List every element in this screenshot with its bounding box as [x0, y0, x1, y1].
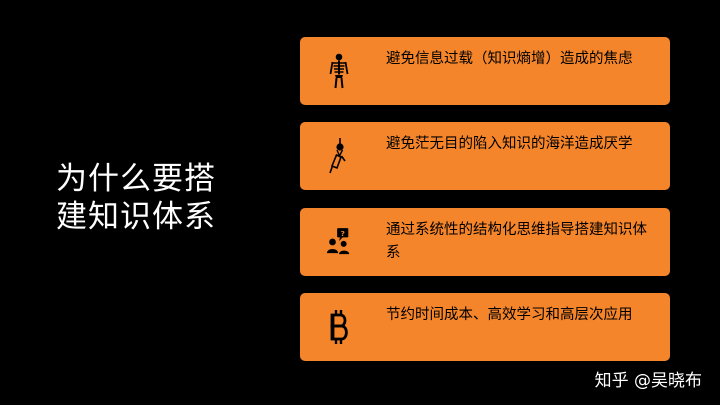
slide-title-line-2: 建知识体系 [56, 199, 216, 235]
slide: 为什么要搭 建知识体系 避免信息过载（知识熵增）造成的焦虑 避免茫无目的陷入知识… [0, 0, 720, 405]
tied-knot-icon [326, 136, 352, 176]
point-card-1: 避免信息过载（知识熵增）造成的焦虑 [300, 37, 670, 105]
point-text-1: 避免信息过载（知识熵增）造成的焦虑 [386, 51, 633, 67]
point-card-4: 节约时间成本、高效学习和高层次应用 [300, 293, 670, 361]
point-card-3: ? 通过系统性的结构化思维指导搭建知识体系 [300, 208, 670, 276]
slide-title: 为什么要搭 建知识体系 [56, 160, 256, 236]
bitcoin-icon [326, 307, 352, 347]
watermark: 知乎 @吴晓布 [594, 371, 702, 391]
svg-text:?: ? [341, 229, 345, 238]
point-text-2: 避免茫无目的陷入知识的海洋造成厌学 [386, 136, 633, 152]
point-card-2: 避免茫无目的陷入知识的海洋造成厌学 [300, 122, 670, 190]
slide-title-line-1: 为什么要搭 [56, 161, 216, 197]
point-text-4: 节约时间成本、高效学习和高层次应用 [386, 307, 633, 323]
point-text-3: 通过系统性的结构化思维指导搭建知识体系 [386, 222, 647, 261]
skeleton-icon [326, 51, 352, 91]
people-question-icon: ? [326, 222, 352, 262]
